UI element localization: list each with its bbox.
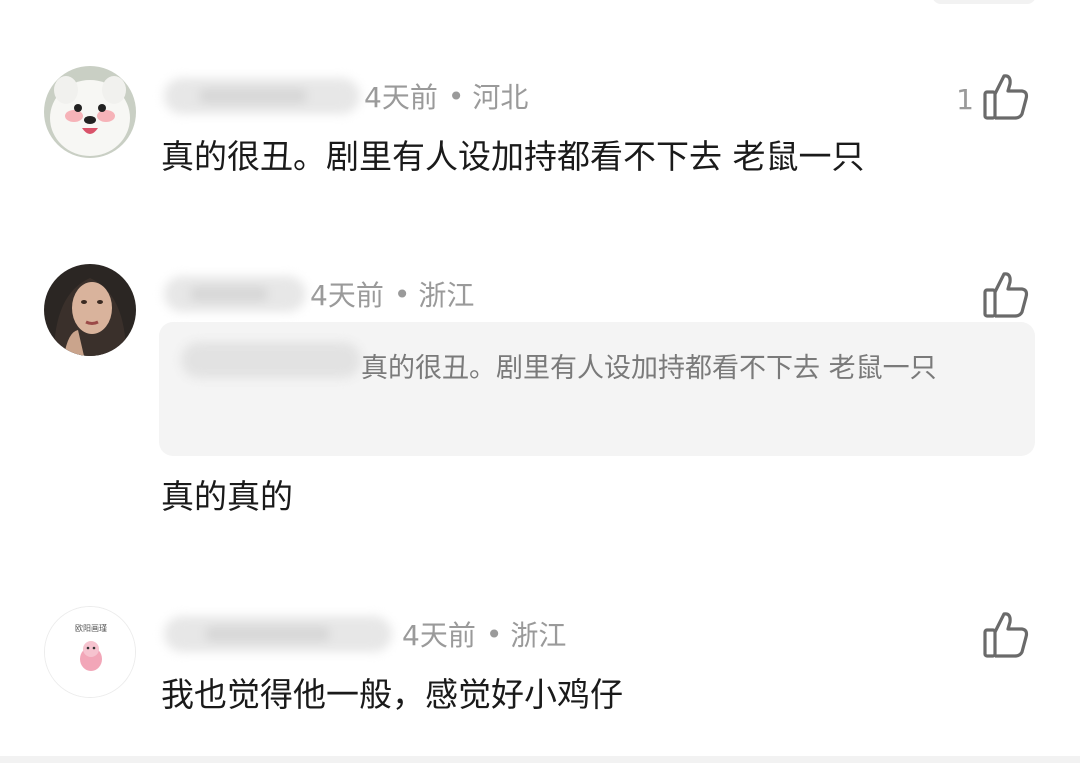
- comment-item: 欧阳画瑾 4天前 • 浙江 我也觉得他一般，感觉好小鸡仔: [0, 0, 1080, 740]
- username-redacted[interactable]: [164, 616, 392, 652]
- meta-separator: •: [485, 617, 503, 651]
- like-button[interactable]: [974, 610, 1030, 664]
- avatar-cartoon[interactable]: 欧阳画瑾: [44, 606, 136, 698]
- thumbs-up-icon: [982, 610, 1030, 664]
- comment-time: 4天前: [402, 619, 476, 652]
- comment-meta: 4天前 • 浙江: [164, 614, 566, 654]
- cartoon-avatar-image: [45, 607, 135, 697]
- comment-text: 我也觉得他一般，感觉好小鸡仔: [161, 675, 623, 714]
- bottom-divider: [0, 756, 1080, 763]
- comment-list-page: 4天前 • 河北 1 真的很丑。剧里有人设加持都看不下去 老鼠一只 4天前 • …: [0, 0, 1080, 763]
- avatar-caption: 欧阳画瑾: [75, 624, 107, 633]
- comment-location: 浙江: [510, 619, 567, 652]
